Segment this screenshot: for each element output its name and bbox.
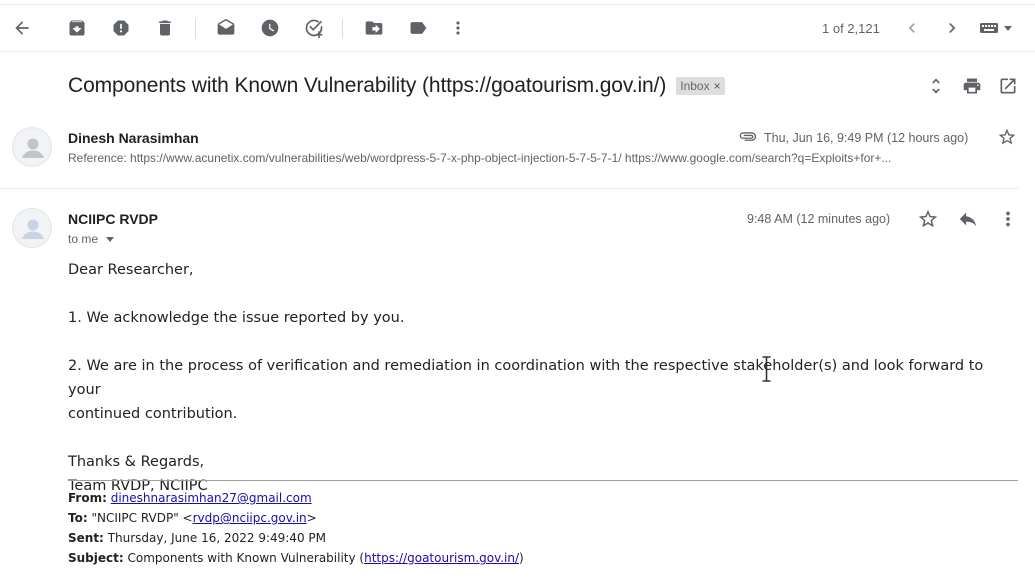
quoted-header: From: dineshnarasimhan27@gmail.com To: "… <box>68 488 524 568</box>
quoted-from-label: From: <box>68 491 107 505</box>
attachment-icon <box>738 128 758 144</box>
body-line2a: 2. We are in the process of verification… <box>68 358 984 398</box>
move-to-icon[interactable] <box>364 18 384 38</box>
text-cursor-icon <box>762 356 771 382</box>
add-task-icon[interactable] <box>304 18 324 38</box>
toolbar: 1 of 2,121 <box>0 4 1035 52</box>
delete-icon[interactable] <box>155 18 175 38</box>
quote-divider <box>68 480 1018 481</box>
recipient-summary: to me <box>68 232 99 246</box>
snooze-icon[interactable] <box>260 18 280 38</box>
quoted-to-link[interactable]: rvdp@nciipc.gov.in <box>193 511 307 525</box>
quoted-subject-line: Subject: Components with Known Vulnerabi… <box>68 548 524 568</box>
pager-count: 1 of 2,121 <box>822 21 880 36</box>
report-spam-icon[interactable] <box>111 18 131 38</box>
quoted-to-prefix: "NCIIPC RVDP" < <box>91 511 193 525</box>
avatar[interactable] <box>12 127 52 167</box>
toolbar-separator <box>195 19 196 39</box>
thread-subject: Components with Known Vulnerability (htt… <box>68 74 667 97</box>
keyboard-icon[interactable] <box>980 18 1014 38</box>
more-vert-icon[interactable] <box>448 18 468 38</box>
body-greeting: Dear Researcher, <box>68 262 194 278</box>
message-body: Dear Researcher, 1. We acknowledge the i… <box>68 258 1008 498</box>
inbox-label-chip[interactable]: Inbox × <box>676 77 725 95</box>
label-chip-text: Inbox <box>680 79 710 93</box>
quoted-sent-label: Sent: <box>68 531 104 545</box>
quoted-subject-link[interactable]: https://goatourism.gov.in/ <box>364 551 519 565</box>
back-arrow-icon[interactable] <box>12 18 32 38</box>
quoted-from-link[interactable]: dineshnarasimhan27@gmail.com <box>111 491 312 505</box>
avatar[interactable] <box>12 208 52 248</box>
mark-unread-icon[interactable] <box>216 18 236 38</box>
quoted-sent-value: Thursday, June 16, 2022 9:49:40 PM <box>107 531 326 545</box>
recipient-details-toggle[interactable]: to me <box>68 232 115 246</box>
chevron-left-icon[interactable] <box>902 18 922 38</box>
open-in-new-window-icon[interactable] <box>998 76 1018 96</box>
chevron-right-icon[interactable] <box>942 18 962 38</box>
signoff-line1: Thanks & Regards, <box>68 454 205 470</box>
message2-time: 9:48 AM (12 minutes ago) <box>747 212 891 226</box>
quoted-to-label: To: <box>68 511 88 525</box>
toolbar-separator <box>342 19 343 39</box>
print-icon[interactable] <box>962 76 982 96</box>
reply-icon[interactable] <box>957 208 979 230</box>
quoted-subject-label: Subject: <box>68 551 124 565</box>
message1-sender[interactable]: Dinesh Narasimhan <box>68 130 199 146</box>
quoted-to-line: To: "NCIIPC RVDP" <rvdp@nciipc.gov.in> <box>68 508 524 528</box>
quoted-subject-prefix: Components with Known Vulnerability ( <box>127 551 365 565</box>
label-icon[interactable] <box>408 18 428 38</box>
subject-row: Components with Known Vulnerability (htt… <box>68 72 725 100</box>
body-line1: 1. We acknowledge the issue reported by … <box>68 310 405 326</box>
star-icon[interactable] <box>997 127 1017 147</box>
body-line2b: continued contribution. <box>68 406 238 422</box>
message1-date: Thu, Jun 16, 9:49 PM (12 hours ago) <box>764 131 969 145</box>
more-vert-icon[interactable] <box>997 208 1019 230</box>
message1-snippet[interactable]: Reference: https://www.acunetix.com/vuln… <box>68 151 1018 165</box>
star-icon[interactable] <box>917 208 939 230</box>
expand-all-icon[interactable] <box>926 76 946 96</box>
message-divider <box>0 188 1018 189</box>
quoted-sent-line: Sent: Thursday, June 16, 2022 9:49:40 PM <box>68 528 524 548</box>
quoted-subject-suffix: ) <box>519 551 524 565</box>
remove-label-icon[interactable]: × <box>714 79 721 93</box>
chevron-down-icon[interactable] <box>106 236 115 242</box>
quoted-to-suffix: > <box>306 511 317 525</box>
quoted-from-line: From: dineshnarasimhan27@gmail.com <box>68 488 524 508</box>
archive-icon[interactable] <box>67 18 87 38</box>
message2-sender[interactable]: NCIIPC RVDP <box>68 211 158 227</box>
